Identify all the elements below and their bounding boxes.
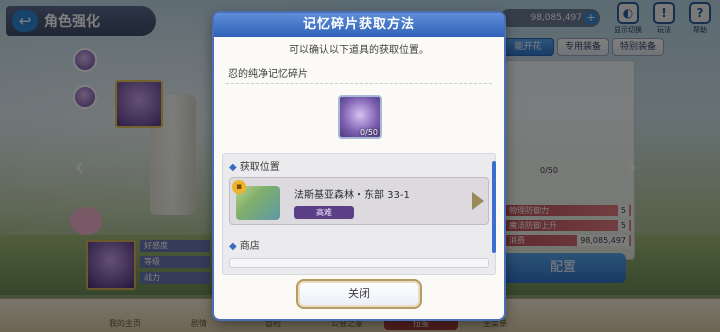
- go-arrow-icon[interactable]: [472, 192, 484, 210]
- divider: [226, 83, 492, 84]
- source-section-header: ◆ 获取位置: [223, 154, 495, 177]
- shop-section-label: 商店: [239, 241, 260, 252]
- source-list: ◆ 获取位置 ▪ 法斯基亚森林・东部 33-1 高难 ◆ 商店: [222, 153, 496, 275]
- source-section-label: 获取位置: [239, 162, 280, 173]
- list-scrollbar[interactable]: [492, 161, 496, 253]
- acquisition-dialog: 记忆碎片获取方法 可以确认以下道具的获取位置。 忍的纯净记忆碎片 0/50 ◆ 获…: [214, 13, 504, 319]
- close-button[interactable]: 关闭: [296, 279, 422, 309]
- item-count: 0/50: [360, 128, 378, 137]
- stage-name: 法斯基亚森林・东部 33-1: [294, 190, 410, 201]
- difficulty-badge: 高难: [294, 206, 354, 219]
- diamond-bullet-icon: ◆: [229, 162, 237, 173]
- diamond-bullet-icon: ◆: [229, 241, 237, 252]
- shop-section-header: ◆ 商店: [223, 233, 495, 256]
- lock-icon: ▪: [232, 180, 246, 194]
- dialog-title: 记忆碎片获取方法: [214, 13, 504, 37]
- memory-shard-icon: 0/50: [338, 95, 382, 139]
- item-name: 忍的纯净记忆碎片: [228, 69, 308, 80]
- source-row[interactable]: ▪ 法斯基亚森林・东部 33-1 高难: [229, 177, 489, 225]
- dialog-subtitle: 可以确认以下道具的获取位置。: [289, 45, 429, 56]
- shop-row[interactable]: [229, 258, 489, 268]
